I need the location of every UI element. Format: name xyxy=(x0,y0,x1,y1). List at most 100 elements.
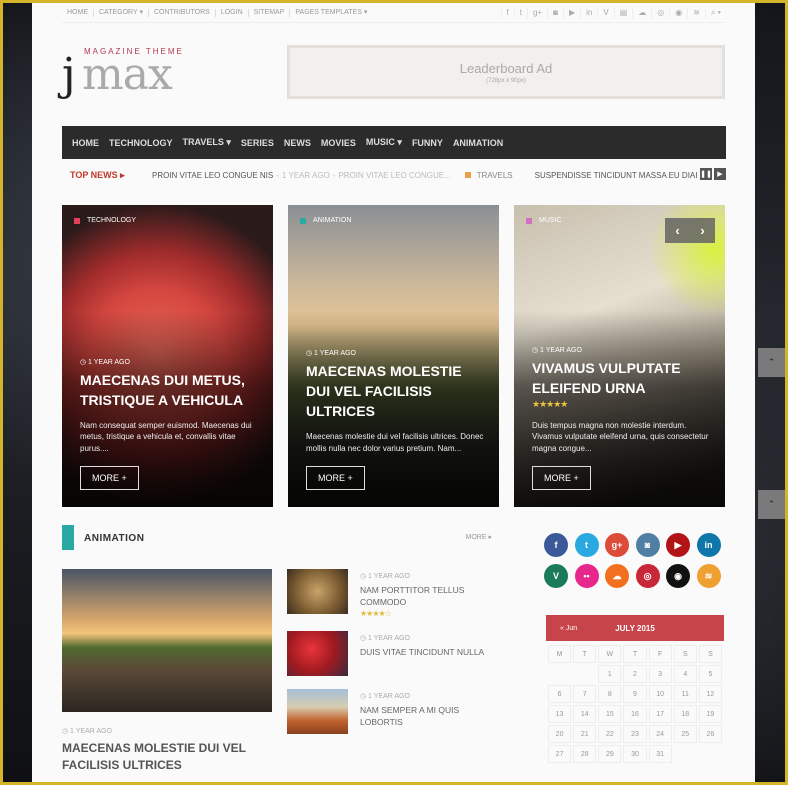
youtube-icon[interactable]: ▶ xyxy=(666,533,690,557)
post-title[interactable]: DUIS VITAE TINCIDUNT NULLA xyxy=(360,646,500,658)
calendar-day[interactable]: 31 xyxy=(648,745,672,763)
nav-home[interactable]: HOME xyxy=(72,138,99,148)
top-link-login[interactable]: LOGIN xyxy=(216,8,249,17)
feature-title[interactable]: MAECENAS DUI METUS, TRISTIQUE A VEHICULA xyxy=(80,370,259,410)
google-plus-icon[interactable]: g+ xyxy=(605,533,629,557)
linkedin-icon[interactable]: in xyxy=(696,533,721,557)
instagram-icon[interactable]: ◙ xyxy=(547,7,563,18)
calendar-day[interactable]: 24 xyxy=(648,725,672,743)
feature-category[interactable]: ANIMATION xyxy=(300,217,351,224)
search-icon[interactable]: ⌕ ▾ xyxy=(704,7,726,18)
more-button[interactable]: MORE + xyxy=(80,466,139,490)
top-link-pages-templates[interactable]: PAGES TEMPLATES ▾ xyxy=(290,9,372,17)
more-button[interactable]: MORE + xyxy=(532,466,591,490)
nav-funny[interactable]: FUNNY xyxy=(412,138,443,148)
ticker-category[interactable]: TRAVELS xyxy=(464,171,513,180)
post-thumbnail[interactable] xyxy=(287,689,348,734)
flickr-icon[interactable]: •• xyxy=(574,564,599,588)
calendar-prev-link[interactable]: « Jun xyxy=(560,625,577,632)
youtube-icon[interactable]: ▶ xyxy=(562,7,580,18)
dribbble-icon[interactable]: ◎ xyxy=(651,7,669,18)
feature-card[interactable]: TECHNOLOGY ◷ 1 YEAR AGO MAECENAS DUI MET… xyxy=(62,205,273,507)
feature-category[interactable]: TECHNOLOGY xyxy=(74,217,136,224)
calendar-day[interactable]: 10 xyxy=(648,685,672,703)
calendar-day[interactable]: 22 xyxy=(598,725,622,743)
calendar-day[interactable]: 12 xyxy=(698,685,722,703)
calendar-day[interactable]: 2 xyxy=(623,665,647,683)
section-title[interactable]: ANIMATION xyxy=(84,533,144,544)
main-post-title[interactable]: MAECENAS MOLESTIE DUI VEL FACILISIS ULTR… xyxy=(62,740,272,774)
calendar-day[interactable]: 27 xyxy=(548,745,572,763)
dribbble-icon[interactable]: ◎ xyxy=(635,564,660,588)
calendar-day[interactable]: 16 xyxy=(623,705,647,723)
calendar-day[interactable]: 20 xyxy=(548,725,572,743)
facebook-icon[interactable]: f xyxy=(544,533,568,557)
linkedin-icon[interactable]: in xyxy=(580,7,597,18)
chevron-right-icon[interactable]: › xyxy=(700,223,704,238)
nav-technology[interactable]: TECHNOLOGY xyxy=(109,138,173,148)
instagram-icon[interactable]: ◙ xyxy=(635,533,660,557)
nav-travels[interactable]: TRAVELS ▾ xyxy=(183,137,231,148)
calendar-day[interactable]: 8 xyxy=(598,685,622,703)
github-icon[interactable]: ◉ xyxy=(666,564,690,588)
soundcloud-icon[interactable]: ☁ xyxy=(632,7,651,18)
soundcloud-icon[interactable]: ☁ xyxy=(605,564,629,588)
top-link-category[interactable]: CATEGORY ▾ xyxy=(94,8,149,17)
scroll-up-button[interactable]: ⌃ xyxy=(758,490,785,519)
calendar-day[interactable]: 1 xyxy=(598,665,622,683)
calendar-day[interactable]: 28 xyxy=(573,745,597,763)
calendar-day[interactable]: 6 xyxy=(548,685,572,703)
calendar-day[interactable]: 23 xyxy=(623,725,647,743)
feature-title[interactable]: MAECENAS MOLESTIE DUI VEL FACILISIS ULTR… xyxy=(306,361,485,421)
nav-news[interactable]: NEWS xyxy=(284,138,311,148)
post-thumbnail[interactable] xyxy=(287,631,348,676)
more-button[interactable]: MORE + xyxy=(306,466,365,490)
nav-movies[interactable]: MOVIES xyxy=(321,138,356,148)
calendar-day[interactable]: 3 xyxy=(648,665,672,683)
feature-category[interactable]: MUSIC xyxy=(526,217,562,224)
calendar-day[interactable]: 7 xyxy=(573,685,597,703)
flickr-icon[interactable]: ▤ xyxy=(613,7,633,18)
facebook-icon[interactable]: f xyxy=(500,7,514,18)
github-icon[interactable]: ◉ xyxy=(669,7,687,18)
calendar-day[interactable]: 26 xyxy=(698,725,722,743)
feature-title[interactable]: VIVAMUS VULPUTATE ELEIFEND URNA xyxy=(532,358,711,398)
calendar-day[interactable]: 5 xyxy=(698,665,722,683)
nav-series[interactable]: SERIES xyxy=(241,138,274,148)
ticker-headline-2[interactable]: SUSPENDISSE TINCIDUNT MASSA EU DIAI xyxy=(535,171,698,180)
post-thumbnail[interactable] xyxy=(287,569,348,614)
calendar-day[interactable]: 19 xyxy=(698,705,722,723)
top-link-home[interactable]: HOME xyxy=(62,8,94,17)
top-link-sitemap[interactable]: SITEMAP xyxy=(249,8,291,17)
vine-icon[interactable]: V xyxy=(544,564,568,588)
scroll-up-button[interactable]: ⌃ xyxy=(758,348,785,377)
calendar-day[interactable]: 21 xyxy=(573,725,597,743)
rss-icon[interactable]: ≋ xyxy=(696,564,721,588)
calendar-day[interactable]: 25 xyxy=(673,725,697,743)
feature-card[interactable]: ANIMATION ◷ 1 YEAR AGO MAECENAS MOLESTIE… xyxy=(288,205,499,507)
calendar-day[interactable]: 29 xyxy=(598,745,622,763)
pause-icon[interactable]: ❚❚ xyxy=(700,168,712,180)
calendar-day[interactable]: 13 xyxy=(548,705,572,723)
twitter-icon[interactable]: t xyxy=(513,7,527,18)
rss-icon[interactable]: ≋ xyxy=(687,7,705,18)
calendar-day[interactable]: 4 xyxy=(673,665,697,683)
leaderboard-ad[interactable]: Leaderboard Ad (728px x 90px) xyxy=(287,45,725,99)
vine-icon[interactable]: V xyxy=(597,7,613,18)
section-more-link[interactable]: MORE ▸ xyxy=(466,533,492,541)
nav-music[interactable]: MUSIC ▾ xyxy=(366,137,402,148)
calendar-day[interactable]: 18 xyxy=(673,705,697,723)
main-post-image[interactable] xyxy=(62,569,272,712)
feature-card[interactable]: MUSIC ‹ › ◷ 1 YEAR AGO VIVAMUS VULPUTATE… xyxy=(514,205,725,507)
twitter-icon[interactable]: t xyxy=(574,533,599,557)
top-link-contributors[interactable]: CONTRIBUTORS xyxy=(149,8,216,17)
chevron-left-icon[interactable]: ‹ xyxy=(675,223,679,238)
google-plus-icon[interactable]: g+ xyxy=(526,7,547,18)
calendar-day[interactable]: 15 xyxy=(598,705,622,723)
calendar-day[interactable]: 11 xyxy=(673,685,697,703)
nav-animation[interactable]: ANIMATION xyxy=(453,138,503,148)
calendar-day[interactable]: 9 xyxy=(623,685,647,703)
site-logo[interactable]: MAGAZINE THEME j max xyxy=(62,45,192,100)
calendar-day[interactable]: 14 xyxy=(573,705,597,723)
calendar-day[interactable]: 17 xyxy=(648,705,672,723)
